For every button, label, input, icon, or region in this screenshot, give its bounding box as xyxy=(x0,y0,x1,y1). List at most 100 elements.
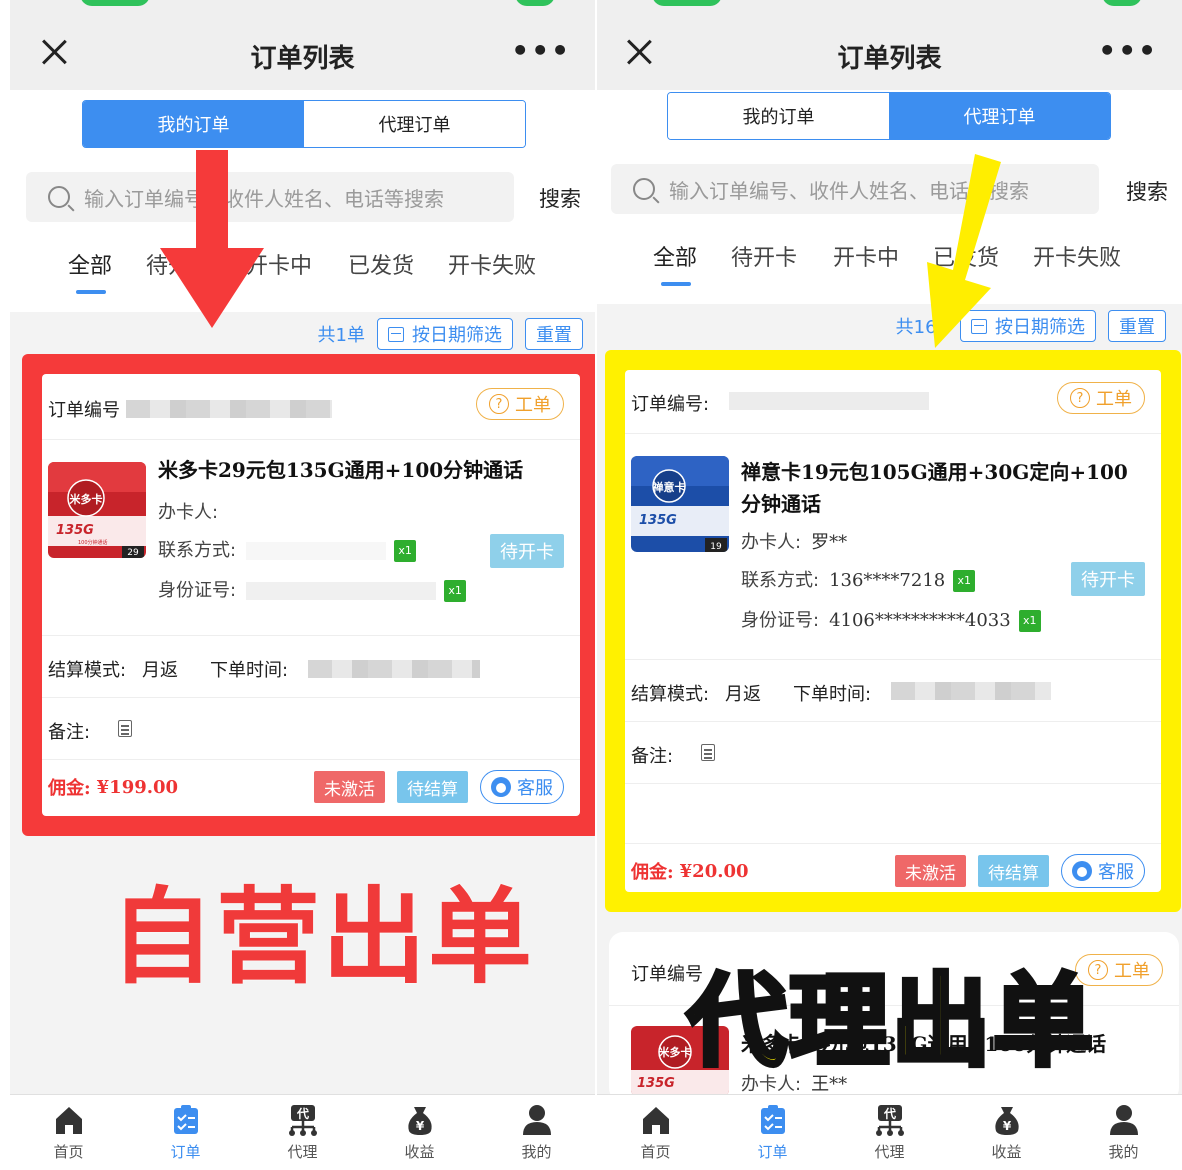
nav-home[interactable]: 首页 xyxy=(10,1095,127,1170)
settle-label: 结算模式: xyxy=(631,684,710,705)
holder-row: 办卡人: 罗** xyxy=(741,528,847,554)
nav-profile-label: 我的 xyxy=(521,1143,552,1161)
bottom-nav: 首页 订单 代 代理 ¥ 收益 我的 xyxy=(10,1094,595,1170)
date-filter-label: 按日期筛选 xyxy=(412,325,502,346)
nav-agent[interactable]: 代 代理 xyxy=(244,1095,361,1170)
reset-button[interactable]: 重置 xyxy=(1108,310,1166,342)
order-header: 订单编号: ? 工单 xyxy=(625,370,1161,434)
settle-label: 结算模式: xyxy=(48,660,127,681)
order-type-switch: 我的订单 代理订单 xyxy=(82,100,526,148)
nav-header: 订单列表 ••• xyxy=(597,0,1182,90)
holder-label: 办卡人: xyxy=(158,502,219,523)
tab-agent-orders[interactable]: 代理订单 xyxy=(304,101,525,147)
tab-pending-activation[interactable]: 待开卡 xyxy=(731,240,797,272)
customer-service-button[interactable]: 客服 xyxy=(1061,854,1145,888)
nav-agent[interactable]: 代 代理 xyxy=(831,1095,948,1170)
nav-profile[interactable]: 我的 xyxy=(478,1095,595,1170)
contact-row: 联系方式: 136****7218 x1 xyxy=(741,566,976,592)
nav-orders-label: 订单 xyxy=(170,1143,201,1161)
ticket-label: 工单 xyxy=(515,395,551,416)
settle-value: 月返 xyxy=(142,660,178,681)
search-input[interactable]: 输入订单编号、收件人姓名、电话等搜索 xyxy=(26,172,514,222)
tab-all[interactable]: 全部 xyxy=(653,240,697,272)
nav-header: 订单列表 ••• xyxy=(10,0,595,90)
id-value-blurred xyxy=(246,582,437,600)
search-button[interactable]: 搜索 xyxy=(1126,176,1168,206)
remark-row: 备注: xyxy=(42,698,580,760)
more-options-icon[interactable]: ••• xyxy=(1098,34,1158,67)
product-title: 米多卡29元包135G通用+100分钟通话 xyxy=(158,458,524,482)
holder-label: 办卡人: xyxy=(741,532,802,553)
composite-screenshot: 订单列表 ••• 我的订单 代理订单 输入订单编号、收件人姓名、电话等搜索 搜索… xyxy=(0,0,1182,1170)
order-product-section: 米多卡 135G 100分钟通话 29 米多卡29元包135G通用+100分钟通… xyxy=(42,440,580,636)
contact-label: 联系方式: xyxy=(741,570,820,591)
status-bar-indicator xyxy=(652,0,722,6)
nav-home-label: 首页 xyxy=(640,1143,671,1161)
commission-value: ¥20.00 xyxy=(679,860,749,882)
contact-row: 联系方式: x1 xyxy=(158,536,417,562)
search-icon xyxy=(48,186,70,208)
tab-failed[interactable]: 开卡失败 xyxy=(1033,240,1121,272)
order-product-section: 禅意卡 135G 19 禅意卡19元包105G通用+30G定向+100分钟通话 … xyxy=(625,434,1161,660)
nav-orders[interactable]: 订单 xyxy=(127,1095,244,1170)
quantity-badge: x1 xyxy=(953,570,976,592)
date-filter-button[interactable]: 按日期筛选 xyxy=(377,318,513,350)
orders-icon xyxy=(173,1105,198,1134)
holder-row: 办卡人: xyxy=(158,498,218,524)
yellow-arrow-icon xyxy=(927,154,1001,348)
contact-value: 136****7218 xyxy=(829,570,946,591)
order-footer: 佣金: ¥20.00 未激活 待结算 客服 xyxy=(625,844,1161,898)
nav-home[interactable]: 首页 xyxy=(597,1095,714,1170)
order-footer: 佣金: ¥199.00 未激活 待结算 客服 xyxy=(42,760,580,814)
remark-label: 备注: xyxy=(48,722,91,743)
search-icon xyxy=(633,178,655,200)
tab-activating[interactable]: 开卡中 xyxy=(833,240,899,272)
more-options-icon[interactable]: ••• xyxy=(511,34,571,67)
money-bag-icon: ¥ xyxy=(407,1107,432,1135)
order-card[interactable]: 订单编号 ? 工单 米多卡 135G 100分钟通话 29 米多卡29元包135G… xyxy=(42,374,580,816)
nav-orders-label: 订单 xyxy=(757,1143,788,1161)
document-icon[interactable] xyxy=(701,744,715,761)
svg-text:¥: ¥ xyxy=(415,1119,424,1133)
tab-all[interactable]: 全部 xyxy=(68,248,112,280)
document-icon[interactable] xyxy=(118,720,132,737)
inactive-badge: 未激活 xyxy=(895,855,966,887)
ticket-button[interactable]: ? 工单 xyxy=(1057,382,1145,414)
orders-icon xyxy=(760,1105,785,1134)
tab-failed[interactable]: 开卡失败 xyxy=(448,248,536,280)
nav-profile[interactable]: 我的 xyxy=(1065,1095,1182,1170)
blank-row xyxy=(625,784,1161,844)
tab-my-orders[interactable]: 我的订单 xyxy=(668,93,889,139)
order-time-label: 下单时间: xyxy=(793,684,872,705)
order-card[interactable]: 订单编号: ? 工单 禅意卡 135G 19 禅意卡19元包105G通用+30G定… xyxy=(625,370,1161,892)
left-phone-screen: 订单列表 ••• 我的订单 代理订单 输入订单编号、收件人姓名、电话等搜索 搜索… xyxy=(10,0,595,1170)
tab-my-orders[interactable]: 我的订单 xyxy=(83,101,304,147)
id-row: 身份证号: x1 xyxy=(158,576,467,602)
service-label: 客服 xyxy=(517,778,553,799)
search-button[interactable]: 搜索 xyxy=(539,183,581,213)
sim-price-text: 29 xyxy=(127,548,139,558)
ticket-button[interactable]: ? 工单 xyxy=(476,388,564,420)
pending-settlement-badge: 待结算 xyxy=(397,771,468,803)
order-time-value-blurred xyxy=(891,682,1051,700)
nav-home-label: 首页 xyxy=(53,1143,84,1161)
ticket-label: 工单 xyxy=(1096,389,1132,410)
nav-earnings[interactable]: ¥ 收益 xyxy=(948,1095,1065,1170)
reset-button[interactable]: 重置 xyxy=(525,318,583,350)
remark-row: 备注: xyxy=(625,722,1161,784)
nav-earnings[interactable]: ¥ 收益 xyxy=(361,1095,478,1170)
agent-icon: 代 xyxy=(875,1105,904,1136)
search-input[interactable]: 输入订单编号、收件人姓名、电话等搜索 xyxy=(611,164,1099,214)
tab-agent-orders[interactable]: 代理订单 xyxy=(889,93,1110,139)
tab-shipped[interactable]: 已发货 xyxy=(348,248,414,280)
ticket-label: 工单 xyxy=(1114,961,1150,982)
order-time-value-blurred xyxy=(308,660,480,678)
customer-service-button[interactable]: 客服 xyxy=(480,770,564,804)
sim-data-text: 135G xyxy=(639,513,677,528)
nav-orders[interactable]: 订单 xyxy=(714,1095,831,1170)
quantity-badge: x1 xyxy=(394,540,417,562)
order-type-switch: 我的订单 代理订单 xyxy=(667,92,1111,140)
order-number-label: 订单编号 xyxy=(48,400,120,421)
money-bag-icon: ¥ xyxy=(994,1107,1019,1135)
id-label: 身份证号: xyxy=(741,610,820,631)
